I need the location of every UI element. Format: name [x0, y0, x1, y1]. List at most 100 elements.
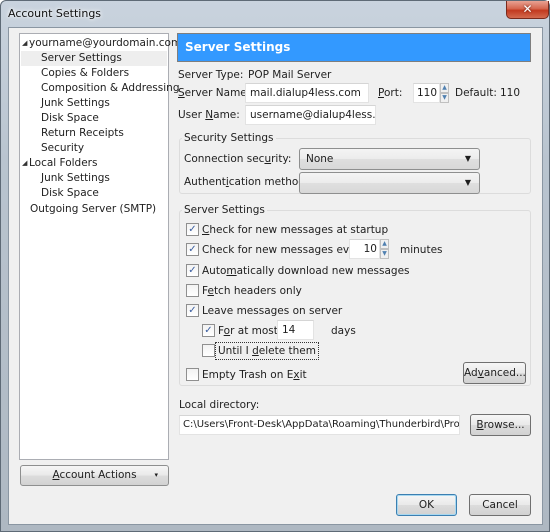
port-spinner[interactable]: ▲ ▼: [440, 83, 449, 103]
tree-item-label: Security: [41, 142, 85, 154]
tree-item-disk-space[interactable]: Disk Space: [41, 111, 99, 126]
connection-security-label: Connection security:: [184, 152, 291, 166]
expand-triangle-icon[interactable]: ◢: [22, 36, 29, 51]
port-input[interactable]: 110: [413, 83, 440, 103]
tree-item-local-disk-space[interactable]: Disk Space: [41, 186, 99, 201]
for-at-most-checkbox[interactable]: ✓: [202, 324, 215, 337]
leave-on-server-checkbox[interactable]: ✓: [186, 304, 199, 317]
check-interval-input[interactable]: 10: [349, 239, 380, 259]
tree-item-label: Junk Settings: [41, 97, 110, 109]
check-every-checkbox[interactable]: ✓: [186, 243, 199, 256]
label-text: Check for new messages ever: [202, 244, 360, 256]
checkmark-icon: ✓: [188, 305, 197, 316]
tree-item-junk-settings[interactable]: Junk Settings: [41, 96, 110, 111]
spin-up-icon[interactable]: ▲: [440, 83, 449, 93]
cancel-button[interactable]: Cancel: [469, 494, 531, 516]
empty-trash-checkbox[interactable]: [186, 368, 199, 381]
tree-item-label: Server Settings: [41, 52, 122, 64]
label-text: elete them: [258, 345, 316, 357]
connection-security-select[interactable]: None ▼: [299, 148, 480, 170]
spin-up-icon[interactable]: ▲: [380, 239, 389, 249]
label-text: ame:: [213, 109, 240, 121]
label-text: Connection sec: [184, 153, 265, 165]
account-tree[interactable]: ◢ yourname@yourdomain.com Server Settings…: [19, 33, 181, 460]
port-label: Port:: [378, 86, 402, 100]
account-actions-label: ccount Actions: [59, 469, 137, 481]
check-every-label[interactable]: Check for new messages every: [202, 243, 366, 257]
for-at-most-label[interactable]: For at most: [218, 324, 278, 338]
label-text: ort:: [383, 87, 403, 99]
authentication-method-label: Authentication method:: [184, 175, 309, 189]
expand-triangle-icon[interactable]: ◢: [22, 156, 29, 171]
checkmark-icon: ✓: [188, 265, 197, 276]
default-port-value: 110: [500, 87, 521, 99]
server-name-label: Server Name:: [178, 86, 250, 100]
fetch-headers-label[interactable]: Fetch headers only: [202, 284, 302, 298]
auto-download-label[interactable]: Automatically download new messages: [202, 264, 410, 278]
dropdown-arrow-icon: ▼: [464, 154, 471, 163]
label-text: rity:: [271, 153, 292, 165]
local-directory-input[interactable]: C:\Users\Front-Desk\AppData\Roaming\Thun…: [179, 415, 460, 435]
spin-down-icon[interactable]: ▼: [380, 249, 389, 259]
label-text: heck for new messages at startup: [209, 224, 389, 236]
title-bar: Account Settings ✕: [1, 1, 549, 25]
label-text: erver Name:: [184, 87, 251, 99]
tree-item-label: Copies & Folders: [41, 67, 130, 79]
label-text: rowse...: [483, 419, 525, 431]
server-name-input[interactable]: mail.dialup4less.com: [245, 83, 369, 103]
days-label: days: [331, 325, 356, 337]
label-text: r at most: [230, 325, 278, 337]
label-text: tch headers only: [213, 285, 302, 297]
days-input[interactable]: 14: [277, 320, 314, 340]
dialog-client-area: ◢ yourname@yourdomain.com Server Settings…: [8, 27, 543, 525]
accesskey: d: [252, 345, 259, 357]
default-port-label: Default:: [455, 87, 497, 99]
tree-item-outgoing-server[interactable]: Outgoing Server (SMTP): [30, 202, 156, 217]
panel-title: Server Settings: [185, 40, 291, 54]
browse-button[interactable]: Browse...: [470, 414, 531, 436]
until-delete-checkbox[interactable]: [202, 344, 215, 357]
accesskey: m: [226, 265, 237, 277]
tree-item-server-settings[interactable]: Server Settings: [21, 51, 167, 66]
check-startup-label[interactable]: Check for new messages at startup: [202, 223, 388, 237]
fetch-headers-checkbox[interactable]: [186, 284, 199, 297]
label-text: it: [299, 369, 307, 381]
account-settings-window: Account Settings ✕ ◢ yourname@yourdomain.…: [0, 0, 550, 532]
tree-item-label: Disk Space: [41, 187, 99, 199]
label-text: Empty Trash on E: [202, 369, 294, 381]
user-name-input[interactable]: username@dialup4less.com: [245, 105, 376, 125]
close-button[interactable]: ✕: [506, 1, 549, 19]
tree-item-security[interactable]: Security: [41, 141, 84, 156]
empty-trash-label[interactable]: Empty Trash on Exit: [202, 368, 307, 382]
label-text: cation method:: [228, 176, 309, 188]
leave-on-server-label[interactable]: Leave messages on server: [202, 304, 342, 318]
tree-item-label: Junk Settings: [41, 172, 110, 184]
until-delete-label[interactable]: Until I delete them: [215, 342, 319, 360]
label-text: Auto: [202, 265, 227, 277]
check-interval-spinner[interactable]: ▲ ▼: [380, 239, 389, 259]
security-settings-title: Security Settings: [182, 131, 276, 145]
local-directory-label: Local directory:: [179, 399, 260, 411]
label-text: atically download new messages: [236, 265, 410, 277]
tree-item-return-receipts[interactable]: Return Receipts: [41, 126, 124, 141]
accesskey: B: [476, 419, 484, 431]
accesskey: N: [205, 109, 214, 121]
authentication-method-select[interactable]: ▼: [299, 172, 480, 194]
tree-item-account[interactable]: ◢ yourname@yourdomain.com: [22, 36, 181, 51]
server-type-label: Server Type:: [178, 69, 244, 81]
account-actions-button[interactable]: Account Actions ▾: [20, 465, 169, 486]
tree-item-local-junk-settings[interactable]: Junk Settings: [41, 171, 110, 186]
tree-item-local-folders[interactable]: ◢ Local Folders: [22, 156, 97, 171]
label-text: Authent: [184, 176, 226, 188]
tree-item-copies-folders[interactable]: Copies & Folders: [41, 66, 129, 81]
checkmark-icon: ✓: [188, 244, 197, 255]
spin-down-icon[interactable]: ▼: [440, 93, 449, 103]
label-text: Ad: [464, 367, 478, 379]
user-name-label: User Name:: [178, 108, 240, 122]
ok-button[interactable]: OK: [396, 494, 457, 516]
dropdown-arrow-icon: ▼: [464, 178, 471, 187]
auto-download-checkbox[interactable]: ✓: [186, 264, 199, 277]
check-startup-checkbox[interactable]: ✓: [186, 223, 199, 236]
tree-item-composition-addressing[interactable]: Composition & Addressing: [41, 81, 180, 96]
advanced-button[interactable]: Advanced...: [463, 362, 526, 384]
